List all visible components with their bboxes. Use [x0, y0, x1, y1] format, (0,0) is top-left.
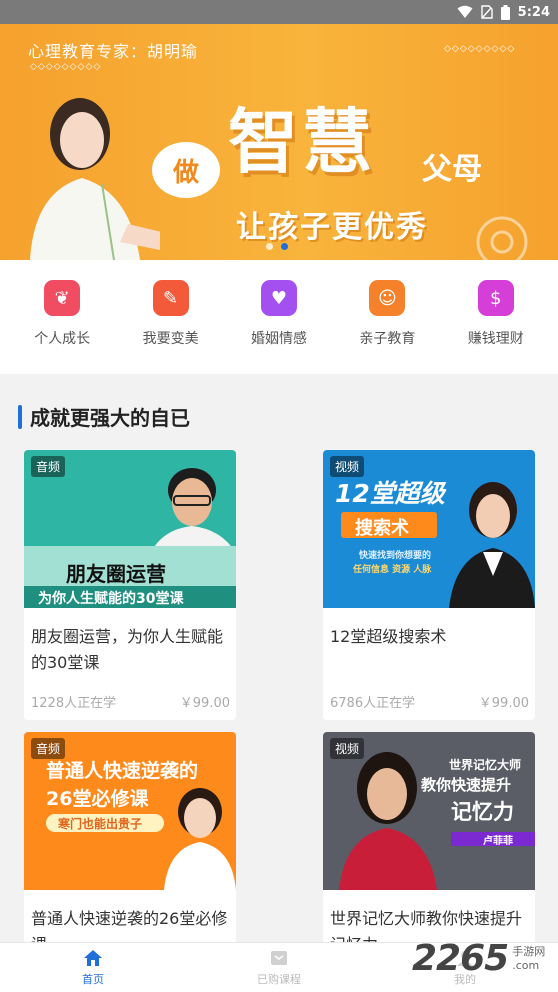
cover-line-2: 为你人生赋能的30堂课 — [38, 591, 184, 607]
category-label: 我要变美 — [142, 331, 199, 347]
category-label: 亲子教育 — [359, 331, 416, 347]
no-sim-icon — [480, 5, 493, 19]
category-row: ❦ 个人成长 ✎ 我要变美 ♥ 婚姻情感 ☺ 亲子教育 $ 赚钱理财 — [0, 260, 558, 374]
pager-dot[interactable] — [266, 243, 273, 250]
wifi-icon — [457, 5, 473, 18]
banner-expert-line: 心理教育专家：胡明瑜 — [28, 42, 199, 61]
money-bag-icon: $ — [477, 280, 514, 316]
cover-person-image — [449, 482, 535, 608]
tab-label: 已购课程 — [257, 972, 301, 986]
learner-count: 1228人正在学 — [31, 696, 117, 711]
banner-subline: 让孩子更优秀 — [236, 210, 428, 245]
course-meta: 1228人正在学 ￥99.00 — [24, 692, 236, 720]
category-label: 个人成长 — [34, 331, 91, 347]
battery-icon — [500, 4, 510, 20]
category-beauty[interactable]: ✎ 我要变美 — [126, 280, 216, 374]
tab-purchased[interactable]: 已购课程 — [186, 943, 372, 992]
course-title: 12堂超级搜索术 — [330, 627, 447, 646]
home-icon — [84, 949, 102, 966]
banner-presenter-image — [30, 98, 160, 260]
course-cover: 12堂超级 搜索术 快速找到你想要的 任何信息 资源 人脉 视频 — [323, 450, 535, 608]
status-time: 5:24 — [517, 4, 550, 20]
brush-icon: ✎ — [152, 280, 189, 316]
section-title: 成就更强大的自已 — [30, 406, 190, 430]
course-title: 世界记忆大师教你快速提升记忆力 — [330, 909, 523, 944]
watermark-logo: 2265 — [412, 938, 509, 979]
watermark-site-domain: .com — [512, 958, 540, 972]
media-type-badge: 音频 — [31, 738, 66, 759]
banner-decoration-circle — [476, 216, 528, 260]
course-card[interactable]: 朋友圈运营 为你人生赋能的30堂课 音频 朋友圈运营，为你人生赋能的30堂课 1… — [24, 450, 236, 720]
banner-headline-suffix: 父母 — [422, 152, 482, 187]
watermark-site-name: 手游网 — [512, 944, 546, 958]
banner-dots-left: ◇◇◇◇◇◇◇◇◇ — [30, 62, 102, 72]
cover-line-2: 26堂必修课 — [46, 788, 149, 810]
cover-line-4: 卢菲菲 — [483, 836, 513, 847]
banner-cloud: 做 — [152, 142, 220, 198]
course-card[interactable]: 普通人快速逆袭的 26堂必修课 寒门也能出贵子 音频 普通人快速逆袭的26堂必修… — [24, 732, 236, 944]
hearts-icon: ♥ — [260, 280, 297, 316]
course-cover: 朋友圈运营 为你人生赋能的30堂课 音频 — [24, 450, 236, 608]
purchased-icon — [271, 950, 287, 965]
course-card[interactable]: 世界记忆大师 教你快速提升 记忆力 卢菲菲 视频 世界记忆大师教你快速提升记忆力 — [323, 732, 535, 944]
course-meta: 6786人正在学 ￥99.00 — [323, 692, 535, 720]
category-marriage[interactable]: ♥ 婚姻情感 — [234, 280, 324, 374]
category-parenting[interactable]: ☺ 亲子教育 — [342, 280, 432, 374]
learner-count: 6786人正在学 — [330, 696, 416, 711]
course-card[interactable]: 12堂超级 搜索术 快速找到你想要的 任何信息 资源 人脉 视频 12堂超级搜索… — [323, 450, 535, 720]
banner-headline: 智慧 — [228, 101, 376, 183]
promo-banner[interactable]: 心理教育专家：胡明瑜 ◇◇◇◇◇◇◇◇◇ ◇◇◇◇◇◇◇◇◇ 做 智慧 父母 让… — [0, 24, 558, 260]
cover-line-1: 世界记忆大师 — [449, 758, 522, 772]
course-cover: 普通人快速逆袭的 26堂必修课 寒门也能出贵子 音频 — [24, 732, 236, 890]
cover-line-1: 12堂超级 — [335, 479, 445, 508]
cover-person-image — [164, 788, 236, 890]
cover-line-3: 寒门也能出贵子 — [58, 817, 143, 831]
section-header: 成就更强大的自已 — [18, 402, 190, 431]
cover-line-3: 快速找到你想要的 — [359, 551, 432, 561]
watermark-site: 手游网 .com — [512, 945, 545, 973]
media-type-badge: 视频 — [330, 738, 365, 759]
tab-home[interactable]: 首页 — [0, 943, 186, 992]
course-title: 朋友圈运营，为你人生赋能的30堂课 — [31, 627, 224, 672]
cover-line-2: 教你快速提升 — [421, 776, 512, 794]
pager-dot-active[interactable] — [281, 243, 288, 250]
banner-dots-right: ◇◇◇◇◇◇◇◇◇ — [444, 44, 516, 54]
cover-line-3: 记忆力 — [451, 800, 514, 824]
cover-line-1: 普通人快速逆袭的 — [46, 760, 199, 782]
media-type-badge: 音频 — [31, 456, 66, 477]
media-type-badge: 视频 — [330, 456, 365, 477]
category-label: 赚钱理财 — [467, 331, 524, 347]
parent-child-icon: ☺ — [369, 280, 406, 316]
course-price: ￥99.00 — [179, 696, 230, 711]
course-price: ￥99.00 — [478, 696, 529, 711]
category-finance[interactable]: $ 赚钱理财 — [451, 280, 541, 374]
status-bar: 5:24 — [0, 0, 558, 24]
site-watermark: 2265 手游网 .com — [412, 938, 545, 979]
sprout-icon: ❦ — [44, 280, 81, 316]
cover-line-1: 朋友圈运营 — [66, 562, 166, 586]
cover-line-2: 搜索术 — [355, 518, 409, 539]
course-title: 普通人快速逆袭的26堂必修课 — [31, 909, 228, 944]
cover-person-image — [339, 752, 437, 890]
cover-line-4: 任何信息 资源 人脉 — [353, 565, 432, 575]
section-accent-bar — [18, 404, 22, 429]
category-personal-growth[interactable]: ❦ 个人成长 — [17, 280, 107, 374]
category-label: 婚姻情感 — [250, 331, 307, 347]
tab-label: 首页 — [82, 972, 104, 986]
course-cover: 世界记忆大师 教你快速提升 记忆力 卢菲菲 视频 — [323, 732, 535, 890]
banner-pager[interactable] — [266, 243, 288, 250]
